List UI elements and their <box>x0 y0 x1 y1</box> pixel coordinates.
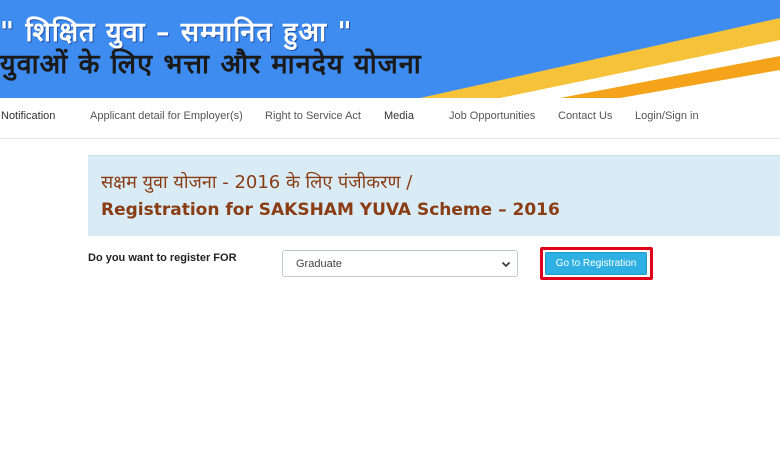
select-selected-value: Graduate <box>296 258 342 270</box>
header-banner: " शिक्षित युवा – सम्मानित हुआ " युवाओं क… <box>0 0 780 98</box>
page-title-hindi: सक्षम युवा योजना - 2016 के लिए पंजीकरण / <box>101 172 413 193</box>
nav-right-to-service[interactable]: Right to Service Act <box>265 110 361 122</box>
nav-applicant-detail[interactable]: Applicant detail for Employer(s) <box>90 110 243 122</box>
main-navigation: Notification Applicant detail for Employ… <box>0 98 780 139</box>
nav-login[interactable]: Login/Sign in <box>635 110 699 122</box>
register-for-label: Do you want to register FOR <box>88 252 237 264</box>
page-title-english: Registration for SAKSHAM YUVA Scheme – 2… <box>101 200 560 220</box>
nav-media[interactable]: Media <box>384 110 414 122</box>
chevron-down-icon <box>501 261 511 268</box>
register-for-select[interactable]: Graduate <box>282 250 518 277</box>
go-to-registration-button[interactable]: Go to Registration <box>545 252 647 275</box>
nav-notification[interactable]: Notification <box>1 110 55 122</box>
banner-scheme-name: युवाओं के लिए भत्ता और मानदेय योजना <box>0 49 422 80</box>
page-title-panel: सक्षम युवा योजना - 2016 के लिए पंजीकरण /… <box>88 155 780 236</box>
nav-contact-us[interactable]: Contact Us <box>558 110 612 122</box>
nav-job-opportunities[interactable]: Job Opportunities <box>449 110 535 122</box>
